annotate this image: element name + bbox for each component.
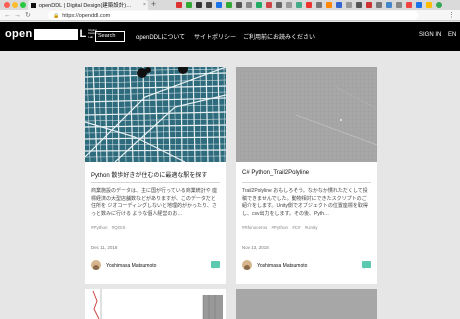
site-header: open L Digital Design Lab Search openDDL… xyxy=(0,22,460,51)
extension-icon[interactable] xyxy=(386,2,392,8)
extension-icon[interactable] xyxy=(286,2,292,8)
nav-policy[interactable]: サイトポリシー xyxy=(194,32,236,41)
card-description: 商業施設のデータは、主に国が行っている商業統計や 座標経済の大型店舗数などがあり… xyxy=(91,188,218,217)
address-bar: ← → ↻ 🔒 https://openddl.com ⋮ xyxy=(0,10,460,21)
extension-icon[interactable] xyxy=(196,2,202,8)
card-description: Trail2Polyline おもしろそう。なかなか慣れただくして投稿できません… xyxy=(242,188,368,217)
back-icon[interactable]: ← xyxy=(4,10,11,21)
card-title[interactable]: C# Python_Trail2Polyline xyxy=(242,170,309,176)
logo-block xyxy=(34,28,79,40)
browser-tab[interactable]: openDDL | Digital Design(建築設計)… × xyxy=(28,0,148,10)
url-text: https://openddl.com xyxy=(62,12,111,19)
extension-icon[interactable] xyxy=(376,2,382,8)
extension-icon[interactable] xyxy=(266,2,272,8)
extension-icon[interactable] xyxy=(186,2,192,8)
extension-icon[interactable] xyxy=(326,2,332,8)
tab-close-icon[interactable]: × xyxy=(141,2,148,8)
extension-icon[interactable] xyxy=(296,2,302,8)
author-name[interactable]: Yoshimasa Matsumoto xyxy=(106,263,156,269)
street-map-image xyxy=(85,67,226,162)
article-card[interactable]: Python 散歩好きが住むのに最適な駅を探す 商業施設のデータは、主に国が行っ… xyxy=(85,67,226,284)
maximize-window-icon[interactable] xyxy=(20,2,26,8)
card-date: Nov 13, 2018 xyxy=(242,245,269,250)
nav-read-before-use[interactable]: ご利用前にお読みください xyxy=(243,32,315,41)
extension-icon[interactable] xyxy=(176,2,182,8)
sign-in-link[interactable]: SIGN IN xyxy=(419,32,441,38)
card-thumbnail-map[interactable] xyxy=(85,67,226,162)
card-thumbnail-3d[interactable] xyxy=(236,67,377,162)
divider xyxy=(91,182,220,183)
card-title[interactable]: Python 散歩好きが住むのに最適な駅を探す xyxy=(91,170,207,179)
author-avatar[interactable] xyxy=(91,260,101,270)
article-card-partial[interactable] xyxy=(236,289,377,319)
extension-icon[interactable] xyxy=(316,2,322,8)
card-tags[interactable]: #Rhinoceros #Python #C# #Unity xyxy=(242,225,318,230)
extension-icon[interactable] xyxy=(336,2,342,8)
card-thumbnail-partial xyxy=(85,289,226,319)
extension-icon[interactable] xyxy=(416,2,422,8)
article-card[interactable]: C# Python_Trail2Polyline Trail2Polyline … xyxy=(236,67,377,284)
nav-about[interactable]: openDDLについて xyxy=(136,32,185,41)
forward-icon[interactable]: → xyxy=(14,10,21,21)
logo-letter: L xyxy=(79,28,87,40)
new-tab-icon[interactable]: + xyxy=(151,0,156,9)
extension-icon[interactable] xyxy=(396,2,402,8)
extension-icon[interactable] xyxy=(256,2,262,8)
comment-icon[interactable] xyxy=(211,261,220,269)
lock-icon: 🔒 xyxy=(53,12,60,19)
profile-icon[interactable] xyxy=(436,2,442,8)
extension-icon[interactable] xyxy=(246,2,252,8)
site-logo[interactable]: open L Digital Design Lab xyxy=(5,28,102,40)
divider xyxy=(242,182,371,183)
extension-icon[interactable] xyxy=(356,2,362,8)
extension-icon[interactable] xyxy=(226,2,232,8)
extension-icon[interactable] xyxy=(366,2,372,8)
extension-icon[interactable] xyxy=(346,2,352,8)
extension-icon[interactable] xyxy=(426,2,432,8)
minimize-window-icon[interactable] xyxy=(12,2,18,8)
browser-menu-icon[interactable]: ⋮ xyxy=(448,10,455,21)
reload-icon[interactable]: ↻ xyxy=(25,10,31,21)
search-input[interactable]: Search xyxy=(95,31,125,42)
browser-tab-bar: openDDL | Digital Design(建築設計)… × + xyxy=(0,0,460,10)
logo-word: open xyxy=(5,28,33,40)
extension-icon[interactable] xyxy=(276,2,282,8)
tab-title: openDDL | Digital Design(建築設計)… xyxy=(39,3,132,9)
language-switch[interactable]: EN xyxy=(448,32,456,38)
favicon-icon xyxy=(31,2,36,8)
extension-icon[interactable] xyxy=(406,2,412,8)
comment-icon[interactable] xyxy=(362,261,371,269)
card-date: Dec 11, 2018 xyxy=(91,245,118,250)
extension-icon[interactable] xyxy=(236,2,242,8)
main-content: Python 散歩好きが住むのに最適な駅を探す 商業施設のデータは、主に国が行っ… xyxy=(0,51,460,319)
extension-icon[interactable] xyxy=(306,2,312,8)
url-field[interactable]: 🔒 https://openddl.com xyxy=(48,11,418,20)
author-avatar[interactable] xyxy=(242,260,252,270)
extension-icon[interactable] xyxy=(216,2,222,8)
close-window-icon[interactable] xyxy=(4,2,10,8)
card-tags[interactable]: #Python #QGIS xyxy=(91,225,126,230)
author-name[interactable]: Yoshimasa Matsumoto xyxy=(257,263,307,269)
article-card-partial[interactable] xyxy=(85,289,226,319)
3d-viewport-image xyxy=(236,67,377,162)
extension-icon[interactable] xyxy=(206,2,212,8)
